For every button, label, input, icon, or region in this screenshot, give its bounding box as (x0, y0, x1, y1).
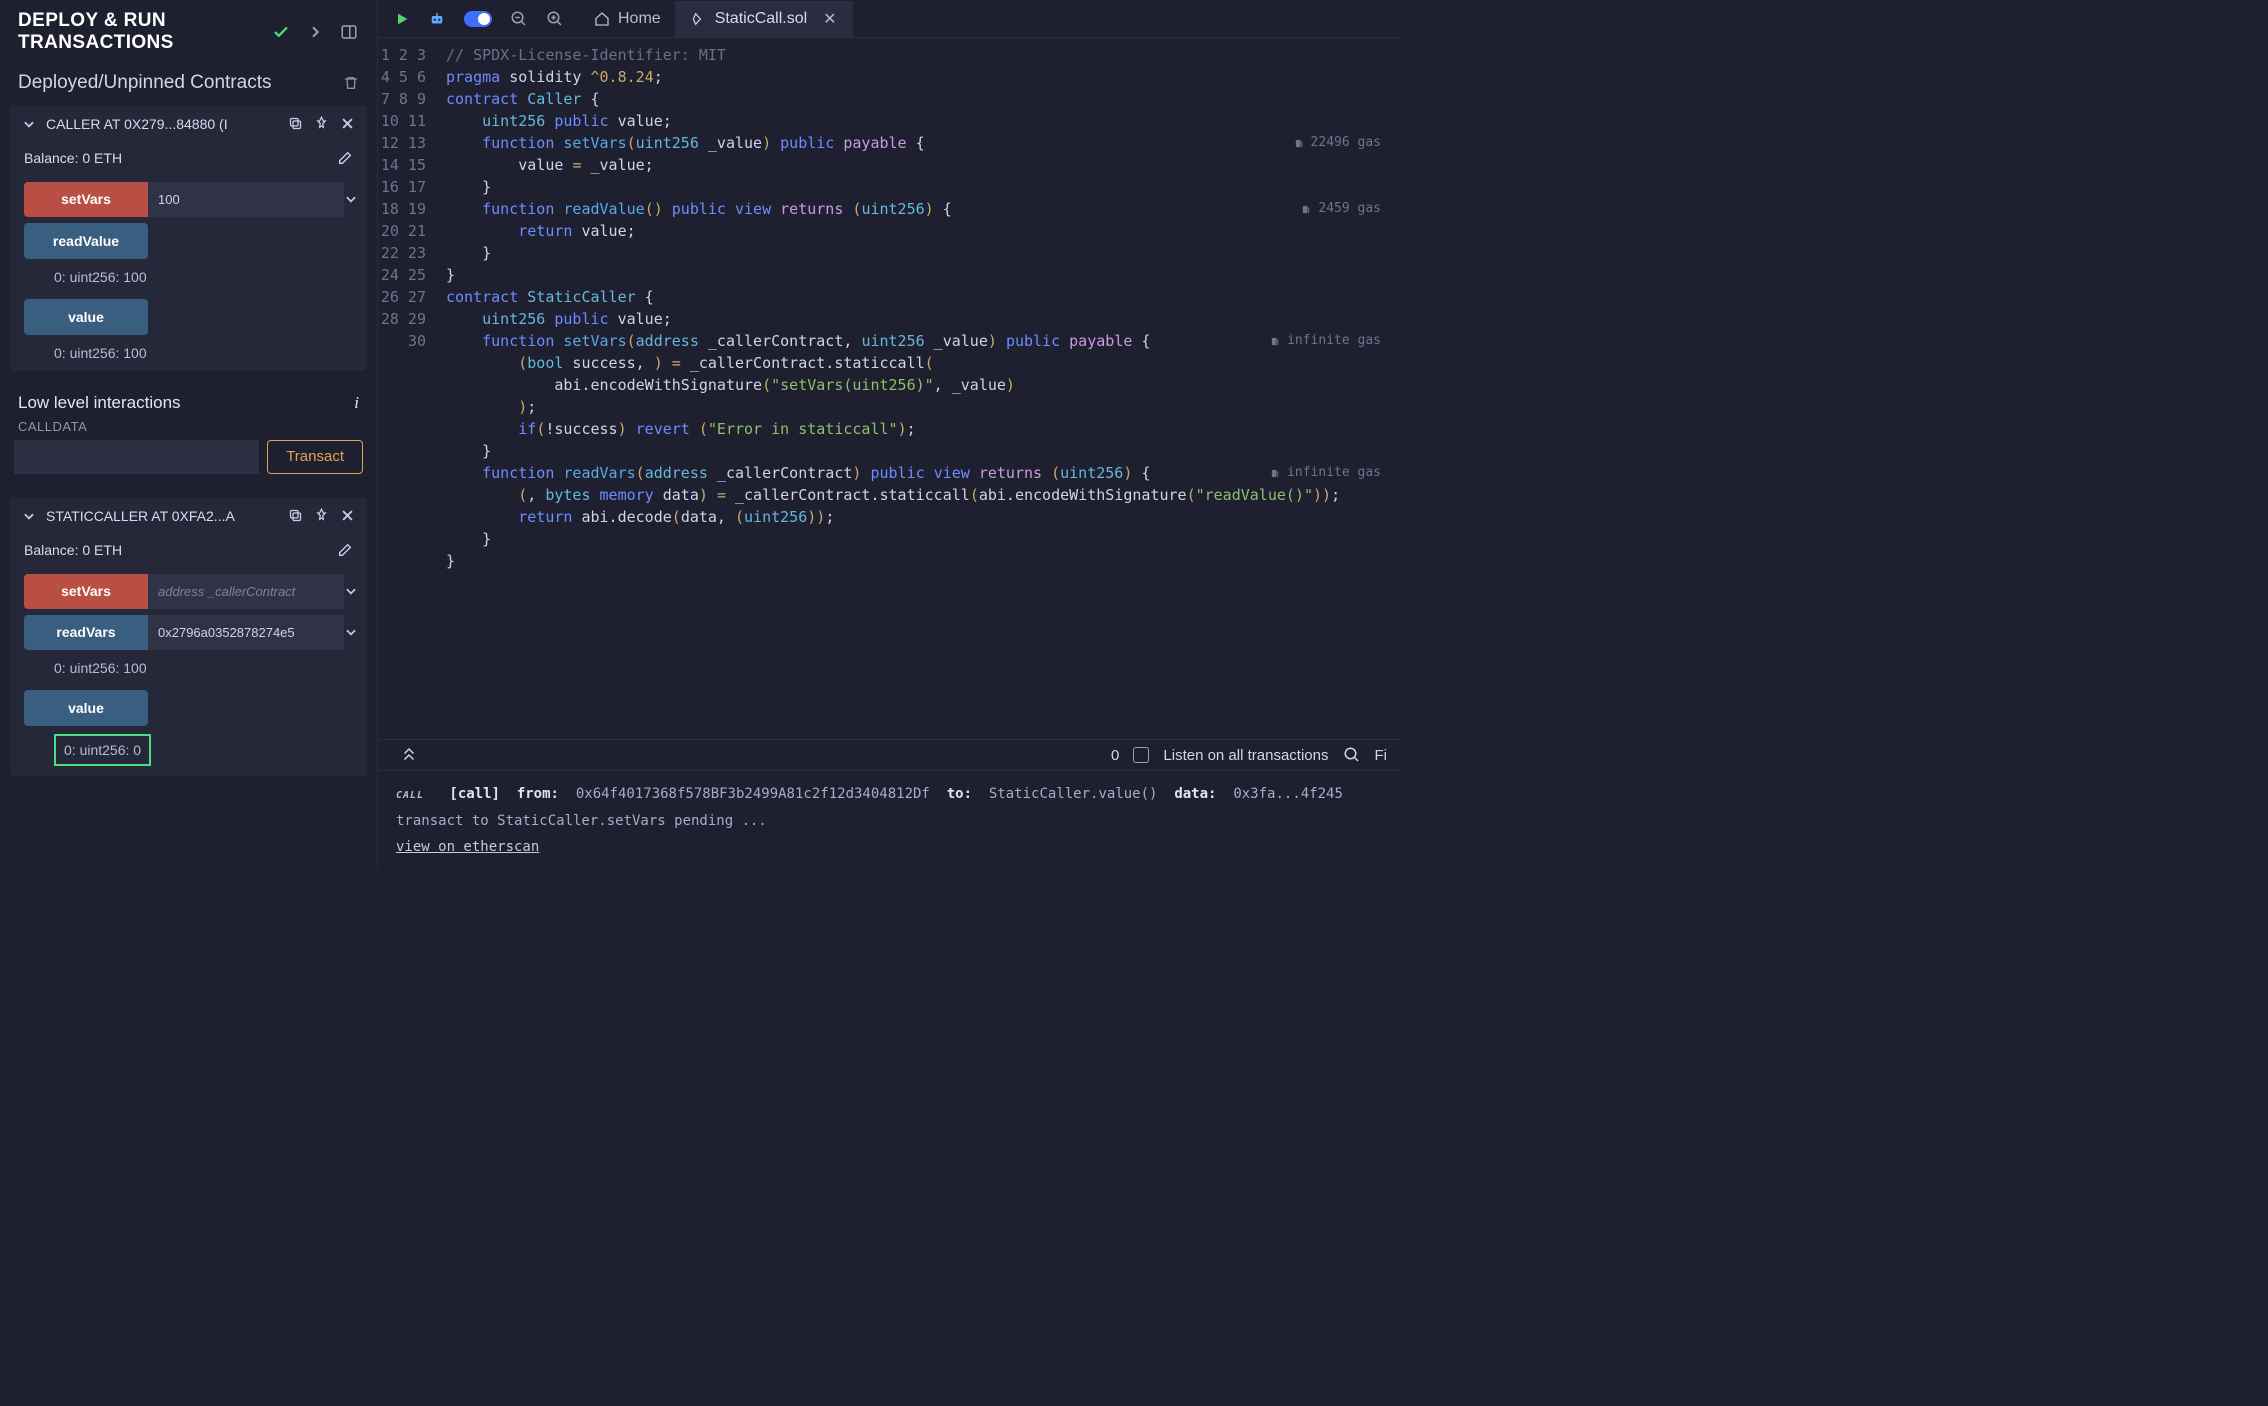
chevron-down-icon[interactable] (344, 615, 358, 650)
terminal-line: transact to StaticCaller.setVars pending… (396, 808, 1383, 835)
value-button[interactable]: value (24, 299, 148, 335)
low-level-title: Low level interactions (18, 393, 181, 413)
contract-card-staticcaller: STATICCALLER AT 0XFA2...A Balance: 0 ETH (10, 498, 367, 776)
tab-label: Home (618, 10, 661, 28)
filter-cutoff[interactable]: Fi (1375, 747, 1388, 764)
editor-tabbar: Home StaticCall.sol ✕ (378, 0, 1401, 38)
robot-icon[interactable] (428, 10, 446, 28)
close-icon[interactable]: ✕ (823, 9, 836, 29)
trash-icon[interactable] (343, 75, 359, 91)
listen-label: Listen on all transactions (1163, 747, 1328, 764)
close-icon[interactable] (339, 116, 355, 132)
return-value: 0: uint256: 100 (10, 656, 367, 684)
play-icon[interactable] (394, 11, 410, 27)
close-icon[interactable] (339, 508, 355, 524)
panels-icon[interactable] (339, 22, 359, 42)
pin-icon[interactable] (313, 508, 329, 524)
edit-icon[interactable] (337, 542, 353, 558)
line-gutter: 1 2 3 4 5 6 7 8 9 10 11 12 13 14 15 16 1… (378, 38, 438, 739)
tab-file-active[interactable]: StaticCall.sol ✕ (675, 1, 853, 37)
info-icon[interactable]: i (354, 393, 359, 413)
tab-label: StaticCall.sol (715, 10, 807, 28)
return-value-highlighted: 0: uint256: 0 (54, 734, 151, 766)
home-icon (594, 11, 610, 27)
readvars-button[interactable]: readVars (24, 615, 148, 650)
setvars-input[interactable] (148, 182, 344, 217)
low-level-header: Low level interactions i (0, 383, 377, 415)
zoom-out-icon[interactable] (510, 10, 528, 28)
chevron-collapse-icon[interactable] (400, 746, 418, 764)
call-badge: CALL (396, 790, 424, 801)
terminal-header: 0 Listen on all transactions Fi (378, 739, 1401, 770)
editor-pane: Home StaticCall.sol ✕ 1 2 3 4 5 6 7 8 9 … (378, 0, 1401, 869)
code-content[interactable]: // SPDX-License-Identifier: MITpragma so… (438, 38, 1401, 739)
setvars-input[interactable] (148, 574, 344, 609)
return-value: 0: uint256: 100 (10, 341, 367, 369)
readvalue-button[interactable]: readValue (24, 223, 148, 259)
return-value: 0: uint256: 100 (10, 265, 367, 293)
contract-card-caller: CALLER AT 0X279...84880 (I Balance: 0 ET… (10, 106, 367, 371)
edit-icon[interactable] (337, 150, 353, 166)
chevron-right-icon[interactable] (305, 22, 325, 42)
contract-name: STATICCALLER AT 0XFA2...A (46, 508, 277, 524)
balance-label: Balance: 0 ETH (24, 150, 122, 166)
toggle-switch[interactable] (464, 11, 492, 27)
panel-header: DEPLOY & RUNTRANSACTIONS (0, 0, 377, 58)
code-editor[interactable]: 1 2 3 4 5 6 7 8 9 10 11 12 13 14 15 16 1… (378, 38, 1401, 739)
tab-home[interactable]: Home (580, 2, 675, 36)
setvars-button[interactable]: setVars (24, 182, 148, 217)
contract-name: CALLER AT 0X279...84880 (I (46, 116, 277, 132)
etherscan-link[interactable]: view on etherscan (396, 839, 539, 855)
check-icon[interactable] (271, 22, 291, 42)
contracts-section-header: Deployed/Unpinned Contracts (0, 58, 377, 100)
contracts-section-title: Deployed/Unpinned Contracts (18, 72, 272, 94)
setvars-button[interactable]: setVars (24, 574, 148, 609)
search-icon[interactable] (1343, 746, 1361, 764)
deploy-run-panel: DEPLOY & RUNTRANSACTIONS Deployed/Unpinn… (0, 0, 378, 869)
calldata-label: CALLDATA (0, 415, 377, 440)
chevron-down-icon[interactable] (22, 509, 36, 523)
zoom-in-icon[interactable] (546, 10, 564, 28)
balance-label: Balance: 0 ETH (24, 542, 122, 558)
transact-button[interactable]: Transact (267, 440, 363, 474)
chevron-down-icon[interactable] (344, 182, 358, 217)
terminal-output[interactable]: CALL [call] from: 0x64f4017368f578BF3b24… (378, 770, 1401, 869)
listen-checkbox[interactable] (1133, 747, 1149, 763)
tx-count: 0 (1111, 747, 1119, 764)
solidity-icon (691, 12, 705, 26)
copy-icon[interactable] (287, 116, 303, 132)
panel-title: DEPLOY & RUNTRANSACTIONS (18, 10, 174, 54)
value-button[interactable]: value (24, 690, 148, 726)
calldata-input[interactable] (14, 440, 259, 474)
chevron-down-icon[interactable] (22, 117, 36, 131)
readvars-input[interactable] (148, 615, 344, 650)
chevron-down-icon[interactable] (344, 574, 358, 609)
copy-icon[interactable] (287, 508, 303, 524)
pin-icon[interactable] (313, 116, 329, 132)
